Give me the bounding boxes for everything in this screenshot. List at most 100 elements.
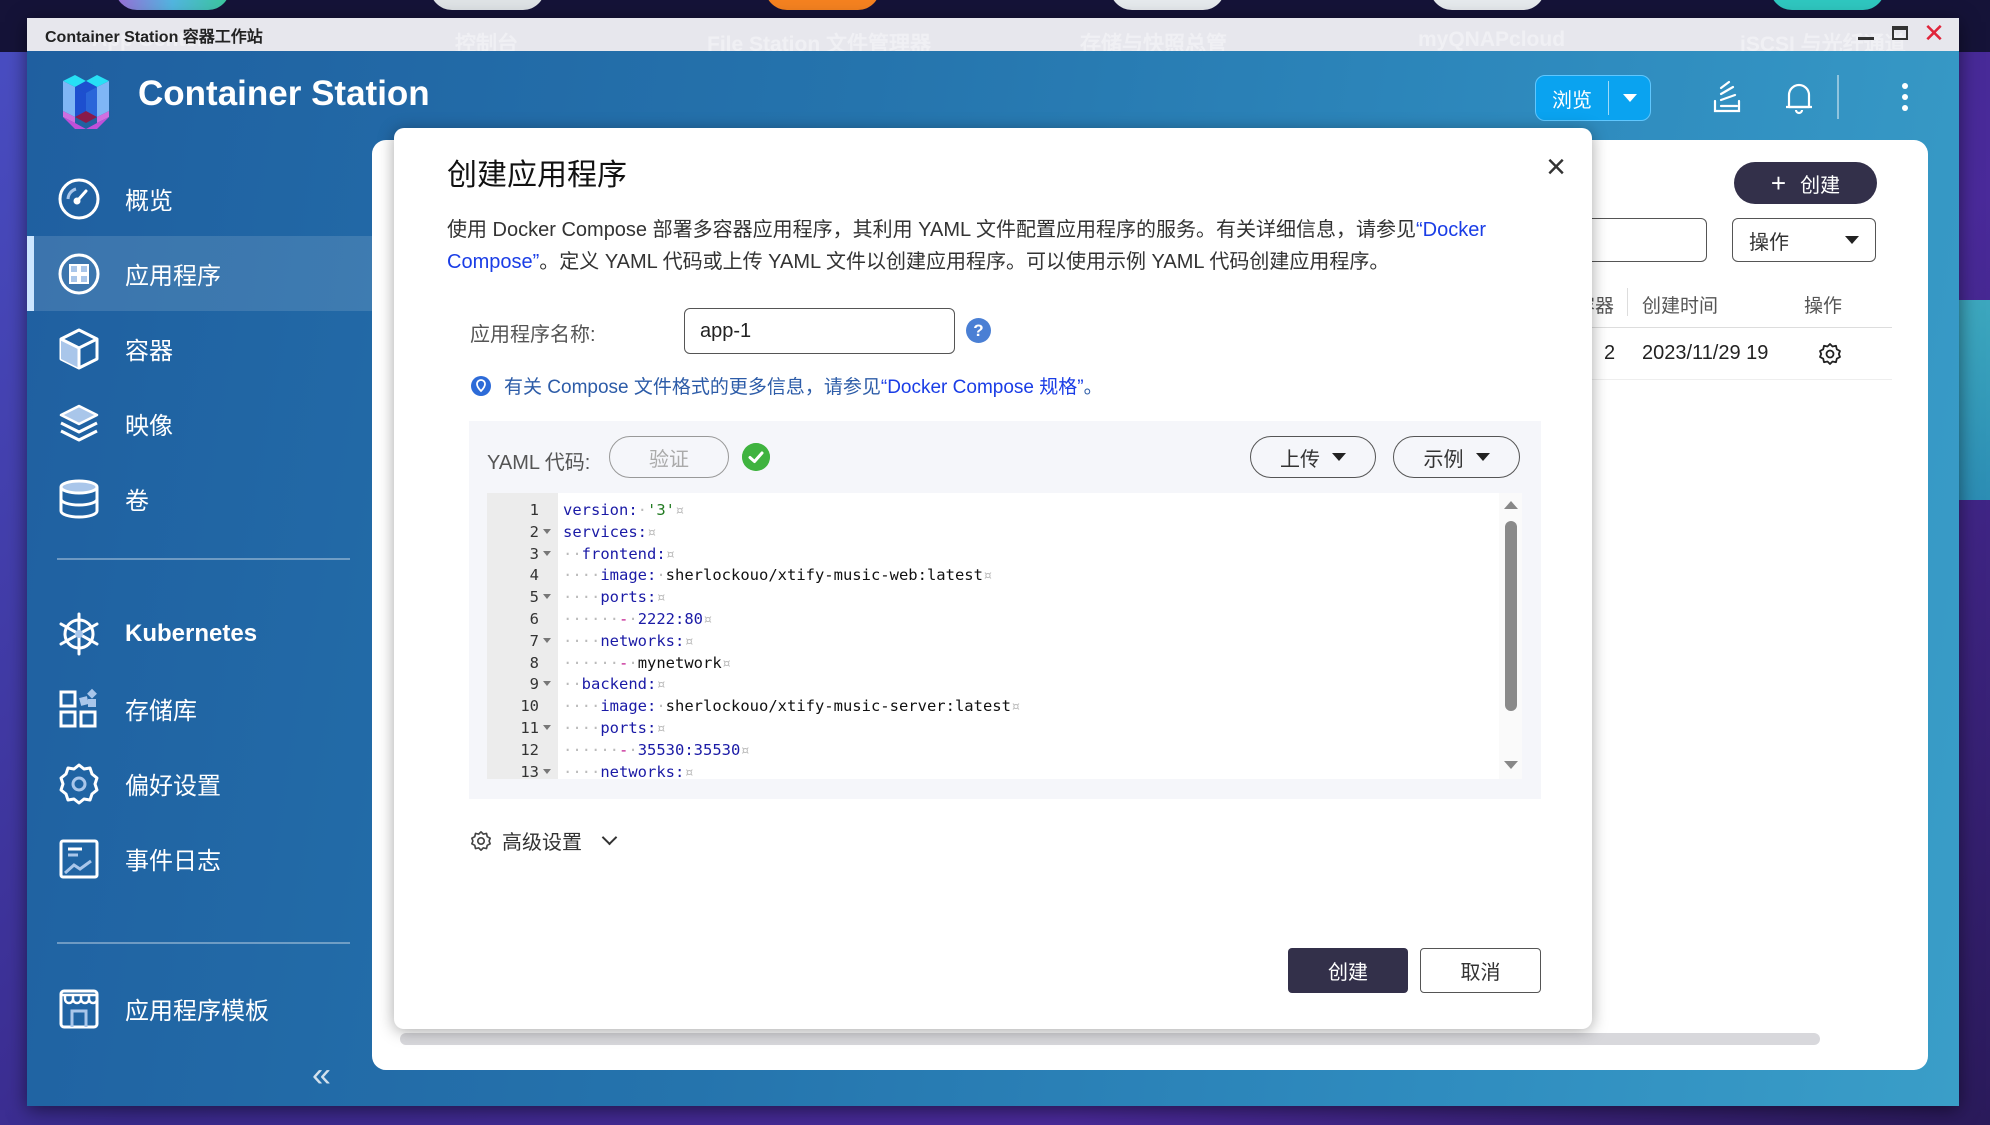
horizontal-scrollbar[interactable] bbox=[400, 1033, 1820, 1045]
table-row[interactable]: 2 2023/11/29 19 bbox=[1572, 328, 1892, 380]
line-number: 9 bbox=[529, 675, 539, 694]
layers-icon bbox=[59, 404, 99, 441]
control-panel-desktop-icon[interactable] bbox=[430, 0, 545, 10]
create-button[interactable]: 创建 bbox=[1288, 948, 1408, 993]
code-text: ··frontend:¤ bbox=[563, 544, 676, 563]
settings-gear-icon bbox=[471, 830, 491, 851]
info-text: 有关 Compose 文件格式的更多信息，请参见 bbox=[504, 377, 881, 398]
cube-icon bbox=[59, 328, 99, 369]
myqnapcloud-desktop-icon[interactable] bbox=[1430, 0, 1545, 10]
sidebar-item-app-templates[interactable]: 应用程序模板 bbox=[27, 971, 372, 1046]
sidebar-item-label: Kubernetes bbox=[125, 619, 258, 647]
storefront-icon bbox=[59, 989, 99, 1028]
fold-toggle-icon[interactable] bbox=[543, 594, 551, 600]
code-text: ····image:·sherlockouo/xtify-music-serve… bbox=[563, 697, 1021, 716]
sidebar-item-applications[interactable]: 应用程序 bbox=[27, 236, 372, 311]
maximize-button[interactable] bbox=[1889, 22, 1911, 44]
advanced-settings-label: 高级设置 bbox=[502, 832, 582, 854]
browse-dropdown-button[interactable] bbox=[1609, 94, 1650, 102]
double-chevron-left-icon: « bbox=[312, 1056, 331, 1094]
code-line: 13 ····networks:¤ bbox=[487, 761, 1487, 779]
activity-stack-icon[interactable] bbox=[1707, 77, 1747, 117]
scroll-up-arrow-icon[interactable] bbox=[1504, 501, 1518, 509]
settings-gear-icon[interactable] bbox=[1818, 342, 1842, 366]
app-center-desktop-icon[interactable] bbox=[115, 0, 230, 10]
minimize-button[interactable] bbox=[1855, 22, 1877, 44]
line-number: 10 bbox=[520, 697, 539, 716]
sidebar-item-images[interactable]: 映像 bbox=[27, 386, 372, 461]
browse-button[interactable]: 浏览 bbox=[1536, 84, 1608, 113]
scroll-down-arrow-icon[interactable] bbox=[1504, 761, 1518, 769]
sidebar-item-label: 偏好设置 bbox=[125, 773, 221, 800]
create-application-dialog: 创建应用程序 × 使用 Docker Compose 部署多容器应用程序，其利用… bbox=[394, 128, 1592, 1029]
code-line: 6 ······-·2222:80¤ bbox=[487, 608, 1487, 630]
sidebar-divider bbox=[57, 558, 350, 560]
compose-info-row: 有关 Compose 文件格式的更多信息，请参见“Docker Compose … bbox=[470, 372, 1103, 399]
create-app-button[interactable]: + 创建 bbox=[1734, 162, 1877, 204]
dialog-description: 使用 Docker Compose 部署多容器应用程序，其利用 YAML 文件配… bbox=[447, 214, 1547, 278]
action-select[interactable]: 操作 bbox=[1732, 218, 1876, 262]
collapse-sidebar-button[interactable]: « bbox=[312, 1056, 331, 1095]
search-input[interactable] bbox=[1572, 218, 1707, 262]
example-button[interactable]: 示例 bbox=[1393, 436, 1520, 478]
dialog-title: 创建应用程序 bbox=[447, 159, 627, 192]
code-text: ····networks:¤ bbox=[563, 631, 694, 650]
sidebar-item-label: 容器 bbox=[125, 338, 173, 365]
code-line: 9 ··backend:¤ bbox=[487, 673, 1487, 695]
check-circle-icon bbox=[742, 443, 770, 471]
storage-desktop-icon[interactable] bbox=[1110, 0, 1225, 10]
code-line: 3 ··frontend:¤ bbox=[487, 543, 1487, 565]
fold-toggle-icon[interactable] bbox=[543, 768, 551, 774]
bell-icon[interactable] bbox=[1779, 77, 1819, 117]
file-station-desktop-icon[interactable] bbox=[765, 0, 880, 10]
line-number: 5 bbox=[529, 588, 539, 607]
help-icon[interactable]: ? bbox=[966, 318, 991, 343]
close-window-button[interactable]: ✕ bbox=[1923, 20, 1945, 46]
sidebar-item-kubernetes[interactable]: Kubernetes bbox=[27, 596, 372, 671]
fold-toggle-icon[interactable] bbox=[543, 681, 551, 687]
sidebar-item-event-log[interactable]: 事件日志 bbox=[27, 821, 372, 896]
close-dialog-button[interactable]: × bbox=[1546, 150, 1566, 184]
line-number: 2 bbox=[529, 522, 539, 541]
more-vertical-icon[interactable] bbox=[1885, 77, 1925, 117]
browse-split-button[interactable]: 浏览 bbox=[1535, 75, 1651, 121]
description-text: 。定义 YAML 代码或上传 YAML 文件以创建应用程序。可以使用示例 YAM… bbox=[539, 251, 1390, 273]
sidebar-item-containers[interactable]: 容器 bbox=[27, 311, 372, 386]
sidebar-item-label: 概览 bbox=[125, 188, 173, 215]
code-text: ······-·2222:80¤ bbox=[563, 610, 713, 628]
yaml-section: YAML 代码: 验证 上传 示例 1 version:·'3'¤ 2 service… bbox=[469, 421, 1541, 799]
iscsi-desktop-icon[interactable] bbox=[1770, 0, 1885, 10]
yaml-label: YAML 代码: bbox=[487, 452, 591, 474]
advanced-settings-toggle[interactable]: 高级设置 bbox=[470, 826, 618, 855]
caret-down-icon bbox=[1475, 453, 1490, 461]
validate-button[interactable]: 验证 bbox=[609, 436, 729, 478]
code-text: ······-·mynetwork¤ bbox=[563, 653, 732, 672]
line-number: 8 bbox=[529, 653, 539, 672]
vertical-scrollbar[interactable] bbox=[1499, 493, 1522, 779]
column-header-created[interactable]: 创建时间 bbox=[1642, 291, 1718, 318]
sidebar-item-preferences[interactable]: 偏好设置 bbox=[27, 746, 372, 821]
cell-containers: 2 bbox=[1604, 342, 1616, 364]
upload-button[interactable]: 上传 bbox=[1250, 436, 1376, 478]
code-text: version:·'3'¤ bbox=[563, 501, 685, 519]
window-titlebar[interactable]: Container Station 容器工作站 ✕ bbox=[27, 18, 1959, 51]
fold-toggle-icon[interactable] bbox=[543, 725, 551, 730]
sidebar-item-repositories[interactable]: 存储库 bbox=[27, 671, 372, 746]
repository-blocks-icon bbox=[59, 688, 97, 727]
fold-toggle-icon[interactable] bbox=[543, 550, 551, 556]
helm-wheel-icon bbox=[59, 612, 99, 655]
close-icon: × bbox=[1546, 148, 1566, 186]
sidebar-item-overview[interactable]: 概览 bbox=[27, 161, 372, 236]
column-header-actions: 操作 bbox=[1804, 296, 1843, 317]
sidebar-item-volumes[interactable]: 卷 bbox=[27, 461, 372, 536]
fold-toggle-icon[interactable] bbox=[543, 637, 551, 643]
line-number: 7 bbox=[529, 631, 539, 650]
scrollbar-thumb[interactable] bbox=[1505, 521, 1517, 711]
sidebar-divider bbox=[57, 942, 350, 944]
yaml-code-editor[interactable]: 1 version:·'3'¤ 2 services:¤ 3 ··frontend:¤ 4 ·… bbox=[487, 493, 1522, 779]
cancel-button[interactable]: 取消 bbox=[1420, 948, 1541, 993]
app-name-input[interactable] bbox=[684, 308, 955, 354]
fold-toggle-icon[interactable] bbox=[543, 528, 551, 534]
compose-spec-link[interactable]: “Docker Compose 规格” bbox=[881, 377, 1084, 398]
code-text: ····networks:¤ bbox=[563, 762, 694, 779]
